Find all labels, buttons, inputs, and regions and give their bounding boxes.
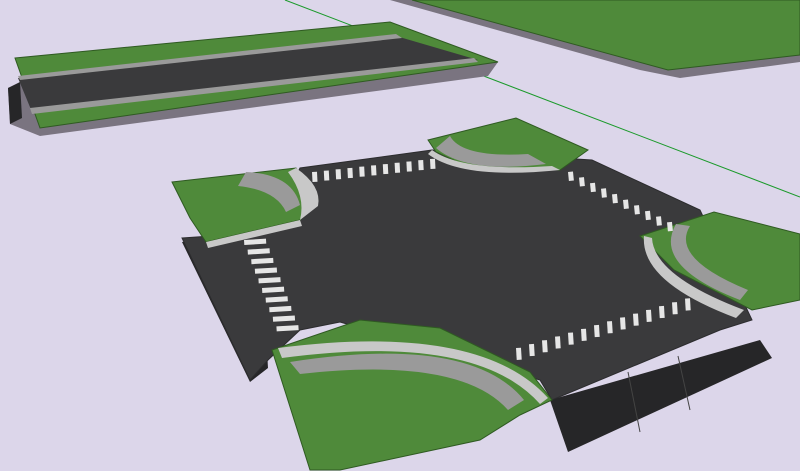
crosswalk-stripe xyxy=(656,216,662,226)
crosswalk-stripe xyxy=(594,324,600,338)
crosswalk-stripe xyxy=(347,167,353,179)
crosswalk-stripe xyxy=(581,328,587,341)
crosswalk-stripe xyxy=(579,177,585,187)
crosswalk-stripe xyxy=(601,188,607,198)
crosswalk-stripe xyxy=(633,313,639,326)
intersection[interactable] xyxy=(171,117,800,471)
crosswalk-stripe xyxy=(623,199,629,209)
crosswalk-stripe xyxy=(620,317,626,330)
crosswalk-stripe xyxy=(382,163,389,175)
corner-top-right xyxy=(427,117,590,173)
crosswalk-stripe xyxy=(312,171,318,182)
3d-viewport[interactable] xyxy=(0,0,800,471)
crosswalk-stripe xyxy=(335,169,342,180)
crosswalk-stripe xyxy=(612,193,618,204)
crosswalk-stripe xyxy=(555,336,561,349)
crosswalk-stripe xyxy=(418,160,424,171)
road-segment-end xyxy=(8,82,22,124)
crosswalk-stripe xyxy=(430,158,436,169)
crosswalk-stripe xyxy=(646,309,652,322)
crosswalk-stripe xyxy=(607,321,613,334)
crosswalk-stripe xyxy=(672,302,678,315)
crosswalk-stripe xyxy=(542,340,548,353)
crosswalk-stripe xyxy=(685,298,691,311)
road-segment[interactable] xyxy=(8,21,499,136)
crosswalk-stripe xyxy=(568,171,574,181)
crosswalk-stripe xyxy=(634,205,640,215)
crosswalk-stripe xyxy=(568,332,574,345)
crosswalk-stripe xyxy=(371,165,377,176)
crosswalk-stripe xyxy=(406,161,412,172)
crosswalk-stripe xyxy=(667,221,673,232)
crosswalk-stripe xyxy=(516,347,522,360)
crosswalk-stripe xyxy=(359,166,365,177)
crosswalk-stripe xyxy=(323,170,330,181)
scene-canvas[interactable] xyxy=(0,0,800,471)
crosswalk-stripe xyxy=(529,343,535,357)
crosswalk-stripe xyxy=(590,182,596,193)
crosswalk-stripe xyxy=(645,210,651,221)
crosswalk-stripe xyxy=(659,305,665,319)
crosswalk-stripe xyxy=(394,162,401,173)
